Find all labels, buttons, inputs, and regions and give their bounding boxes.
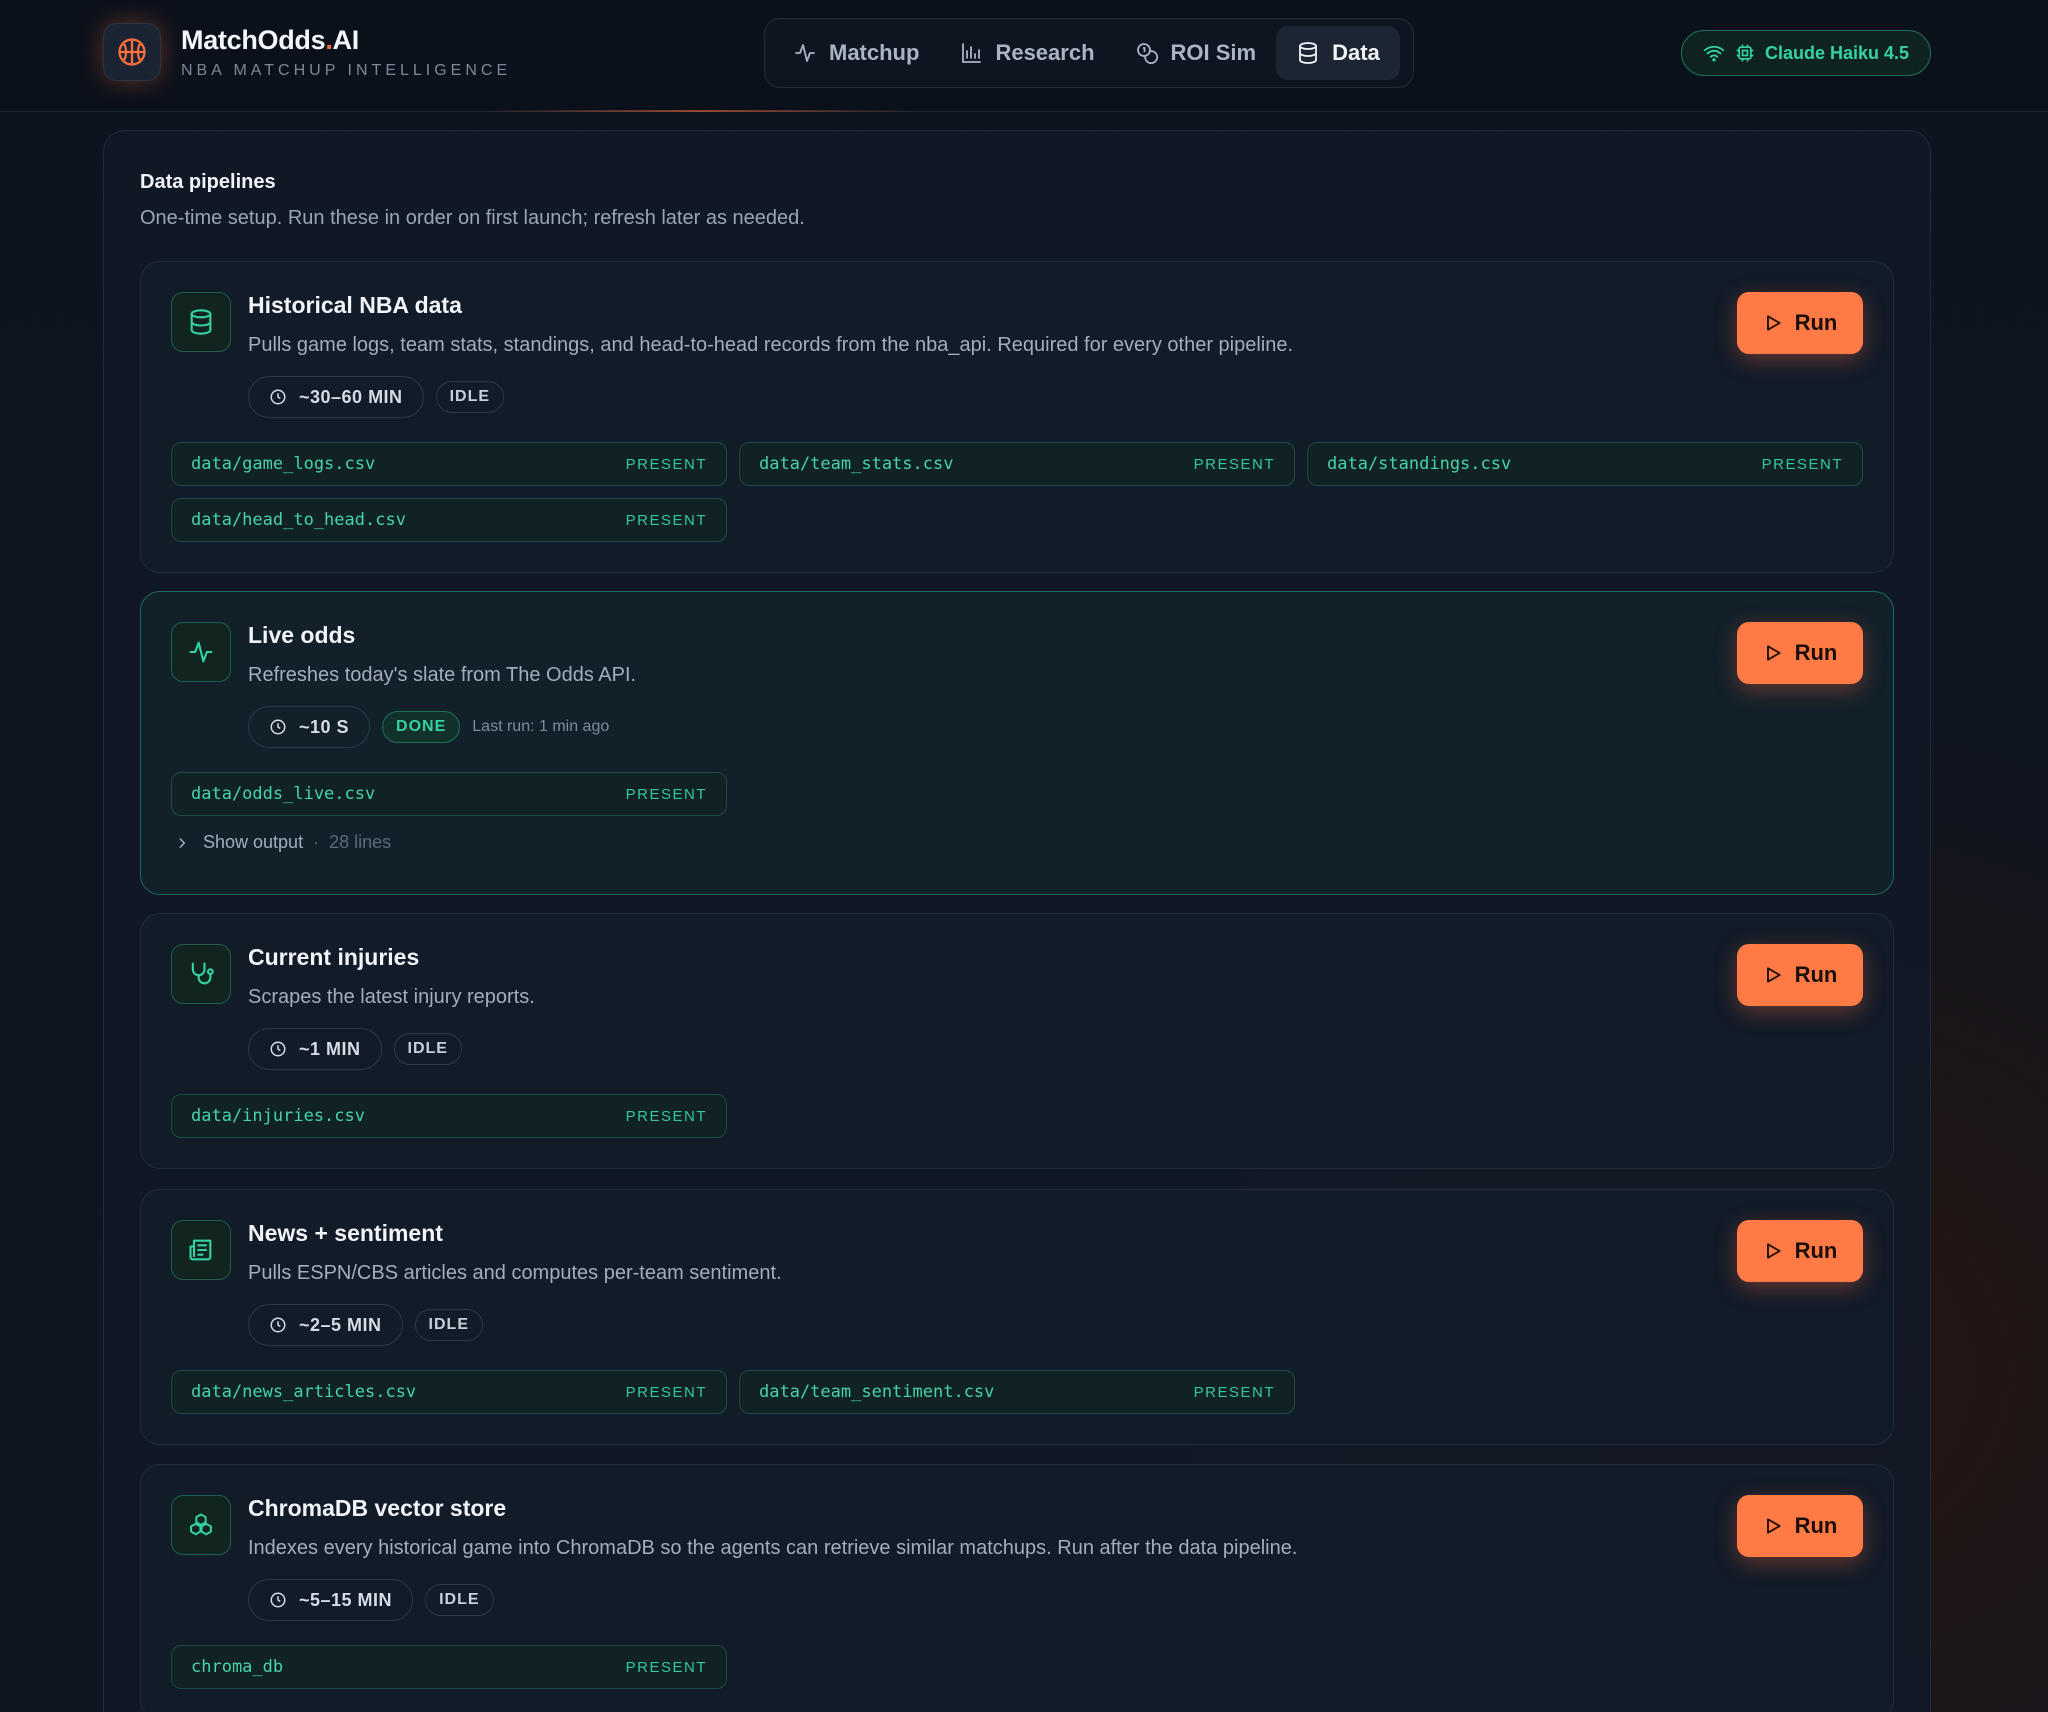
clock-icon <box>270 719 286 735</box>
main-nav: Matchup Research ROI Sim Data <box>764 18 1414 88</box>
play-icon <box>1766 1518 1781 1534</box>
wifi-icon <box>1703 45 1725 62</box>
section-title: Data pipelines <box>140 171 276 193</box>
pipeline-meta: ~2–5 MIN IDLE <box>248 1304 483 1346</box>
tab-data[interactable]: Data <box>1276 26 1400 80</box>
pipeline-meta: ~30–60 MIN IDLE <box>248 376 505 418</box>
pipeline-meta: ~5–15 MIN IDLE <box>248 1579 494 1621</box>
duration-pill: ~5–15 MIN <box>248 1579 414 1621</box>
play-icon <box>1766 645 1781 661</box>
pipeline-description: Pulls game logs, team stats, standings, … <box>248 334 1294 356</box>
play-icon <box>1766 967 1781 983</box>
file-chip: data/game_logs.csv PRESENT <box>171 442 727 486</box>
pipeline-description: Scrapes the latest injury reports. <box>248 986 535 1008</box>
file-chip: data/head_to_head.csv PRESENT <box>171 498 727 542</box>
clock-icon <box>270 1592 286 1608</box>
pipeline-description: Pulls ESPN/CBS articles and computes per… <box>248 1262 782 1284</box>
file-chip: data/team_stats.csv PRESENT <box>739 442 1295 486</box>
run-button[interactable]: Run <box>1737 1495 1863 1557</box>
status-badge: IDLE <box>425 1584 494 1616</box>
boxes-icon <box>171 1495 231 1555</box>
pipeline-card-live-odds: Live odds Refreshes today's slate from T… <box>140 591 1894 895</box>
stethoscope-icon <box>171 944 231 1004</box>
file-chip: data/team_sentiment.csv PRESENT <box>739 1370 1295 1414</box>
top-header: MatchOdds.AI NBA MATCHUP INTELLIGENCE Ma… <box>0 0 2048 112</box>
run-button[interactable]: Run <box>1737 622 1863 684</box>
pipeline-title: ChromaDB vector store <box>248 1495 507 1521</box>
database-icon <box>1299 42 1318 64</box>
run-button[interactable]: Run <box>1737 1220 1863 1282</box>
activity-icon <box>171 622 231 682</box>
clock-icon <box>270 1041 286 1057</box>
tab-roi-sim[interactable]: ROI Sim <box>1115 26 1277 80</box>
pipeline-title: Historical NBA data <box>248 292 462 318</box>
brand-subtitle: NBA MATCHUP INTELLIGENCE <box>181 61 512 79</box>
brand[interactable]: MatchOdds.AI NBA MATCHUP INTELLIGENCE <box>103 23 511 81</box>
data-pipelines-panel: Data pipelines One-time setup. Run these… <box>103 130 1931 1712</box>
pipeline-card-historical: Historical NBA data Pulls game logs, tea… <box>140 261 1894 573</box>
pipeline-title: News + sentiment <box>248 1220 443 1246</box>
bar-chart-icon <box>962 43 982 63</box>
run-button[interactable]: Run <box>1737 292 1863 354</box>
status-badge: IDLE <box>414 1309 483 1341</box>
pipeline-card-news-sentiment: News + sentiment Pulls ESPN/CBS articles… <box>140 1189 1894 1445</box>
section-description: One-time setup. Run these in order on fi… <box>140 207 805 229</box>
file-chip: data/odds_live.csv PRESENT <box>171 772 727 816</box>
file-chip: data/news_articles.csv PRESENT <box>171 1370 727 1414</box>
pipeline-title: Current injuries <box>248 944 420 970</box>
play-icon <box>1766 1243 1781 1259</box>
file-chip: data/standings.csv PRESENT <box>1307 442 1863 486</box>
clock-icon <box>270 389 286 405</box>
coins-icon <box>1136 43 1158 65</box>
last-run-text: Last run: 1 min ago <box>472 718 610 735</box>
pipeline-description: Indexes every historical game into Chrom… <box>248 1537 1298 1559</box>
tab-matchup[interactable]: Matchup <box>773 26 939 80</box>
run-button[interactable]: Run <box>1737 944 1863 1006</box>
pipeline-description: Refreshes today's slate from The Odds AP… <box>248 664 637 686</box>
brand-title: MatchOdds.AI <box>181 24 359 55</box>
basketball-icon <box>103 23 161 81</box>
pipeline-meta: ~10 S DONE Last run: 1 min ago <box>248 706 609 748</box>
duration-pill: ~30–60 MIN <box>248 376 424 418</box>
activity-icon <box>795 44 815 62</box>
status-badge: IDLE <box>435 381 505 413</box>
file-chip: data/injuries.csv PRESENT <box>171 1094 727 1138</box>
pipeline-card-injuries: Current injuries Scrapes the latest inju… <box>140 913 1894 1169</box>
duration-pill: ~1 MIN <box>248 1028 382 1070</box>
cpu-icon <box>1736 44 1754 62</box>
chevron-right-icon <box>179 837 186 848</box>
newspaper-icon <box>171 1220 231 1280</box>
pipeline-meta: ~1 MIN IDLE <box>248 1028 462 1070</box>
status-badge: IDLE <box>393 1033 462 1065</box>
tab-research[interactable]: Research <box>939 26 1114 80</box>
clock-icon <box>270 1317 286 1333</box>
model-badge[interactable]: Claude Haiku 4.5 <box>1681 30 1931 76</box>
pipeline-title: Live odds <box>248 622 356 648</box>
pipeline-card-chromadb: ChromaDB vector store Indexes every hist… <box>140 1464 1894 1712</box>
file-chip: chroma_db PRESENT <box>171 1645 727 1689</box>
duration-pill: ~2–5 MIN <box>248 1304 403 1346</box>
duration-pill: ~10 S <box>248 706 371 748</box>
database-icon <box>171 292 231 352</box>
play-icon <box>1766 315 1781 331</box>
status-badge: DONE <box>382 711 461 743</box>
show-output-toggle[interactable]: Show output · 28 lines <box>175 832 391 853</box>
